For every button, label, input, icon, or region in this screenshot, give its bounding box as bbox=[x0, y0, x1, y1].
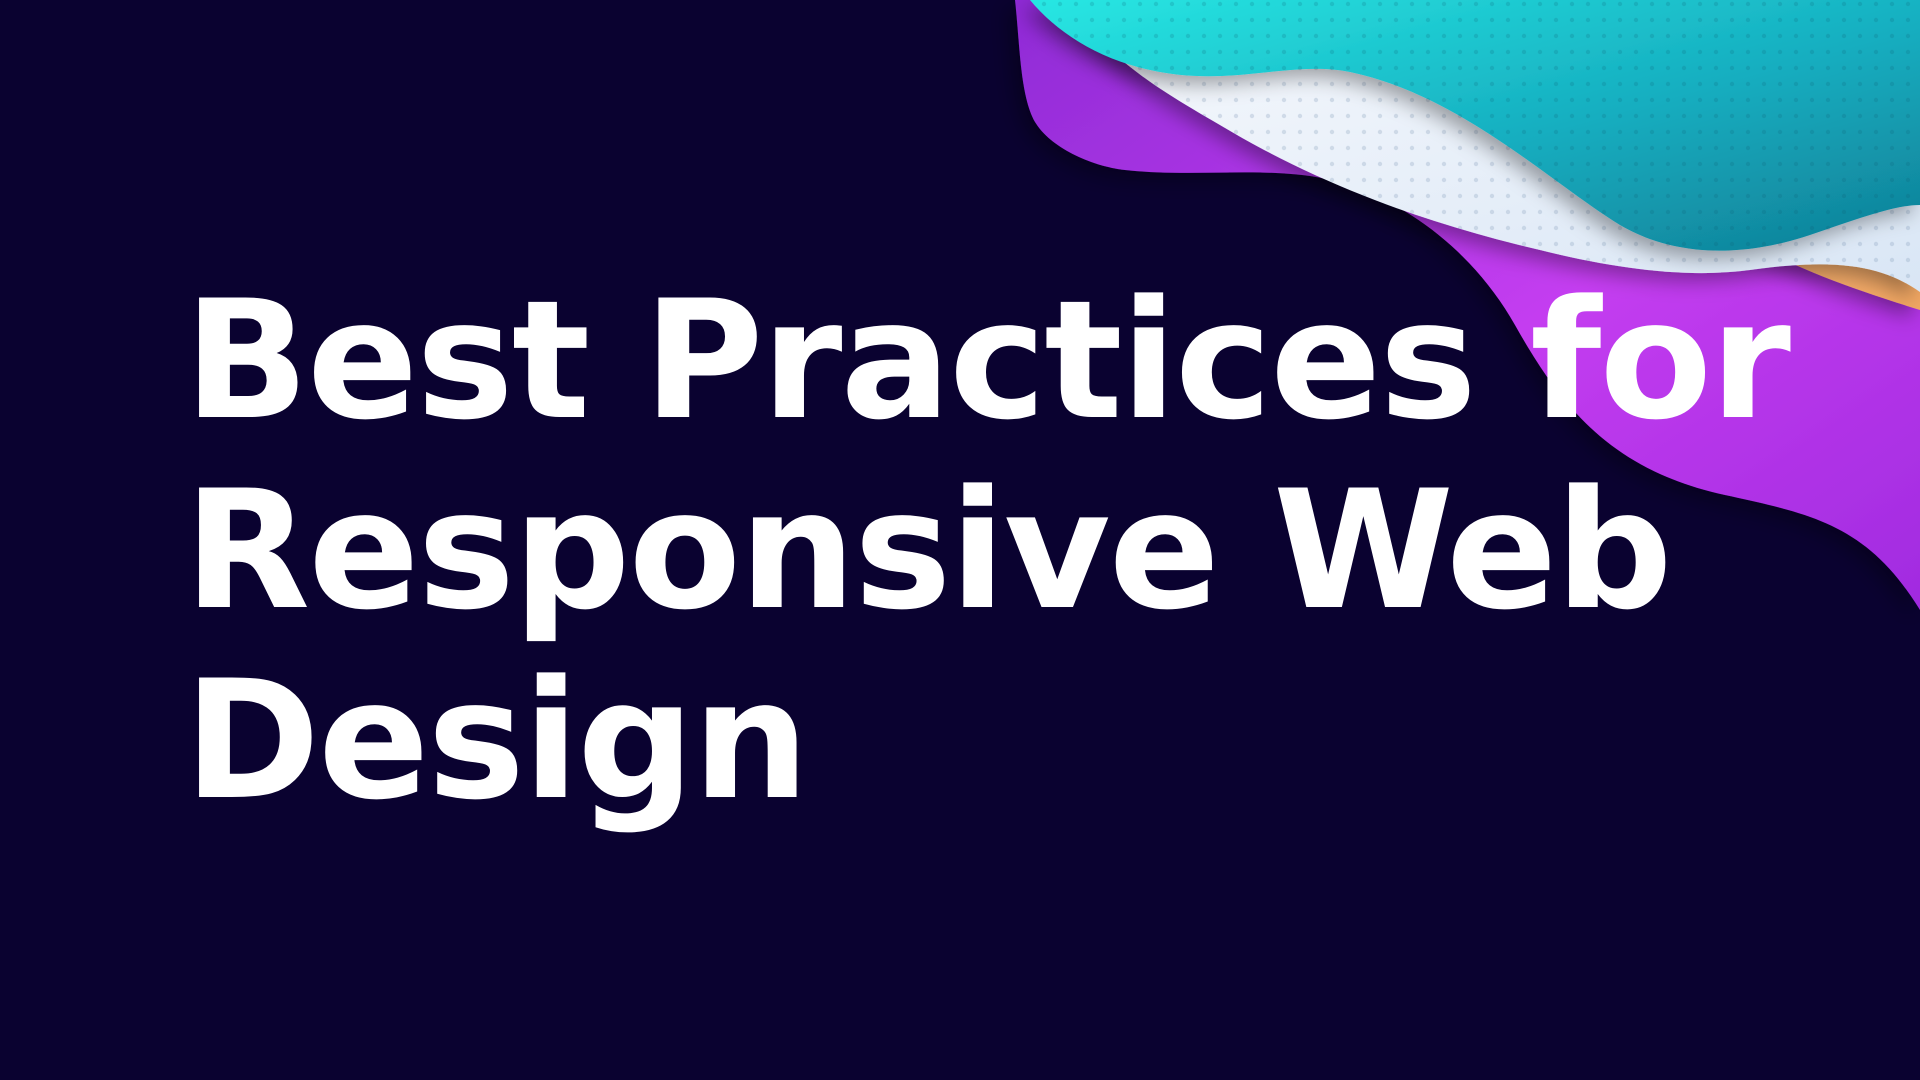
page-title: Best Practices for Responsive Web Design bbox=[184, 266, 1834, 836]
title-line-3: Design bbox=[184, 645, 809, 836]
title-slide: Best Practices for Responsive Web Design bbox=[0, 0, 1920, 1080]
title-line-1: Best Practices for bbox=[184, 265, 1791, 456]
title-line-2: Responsive Web bbox=[184, 455, 1673, 646]
